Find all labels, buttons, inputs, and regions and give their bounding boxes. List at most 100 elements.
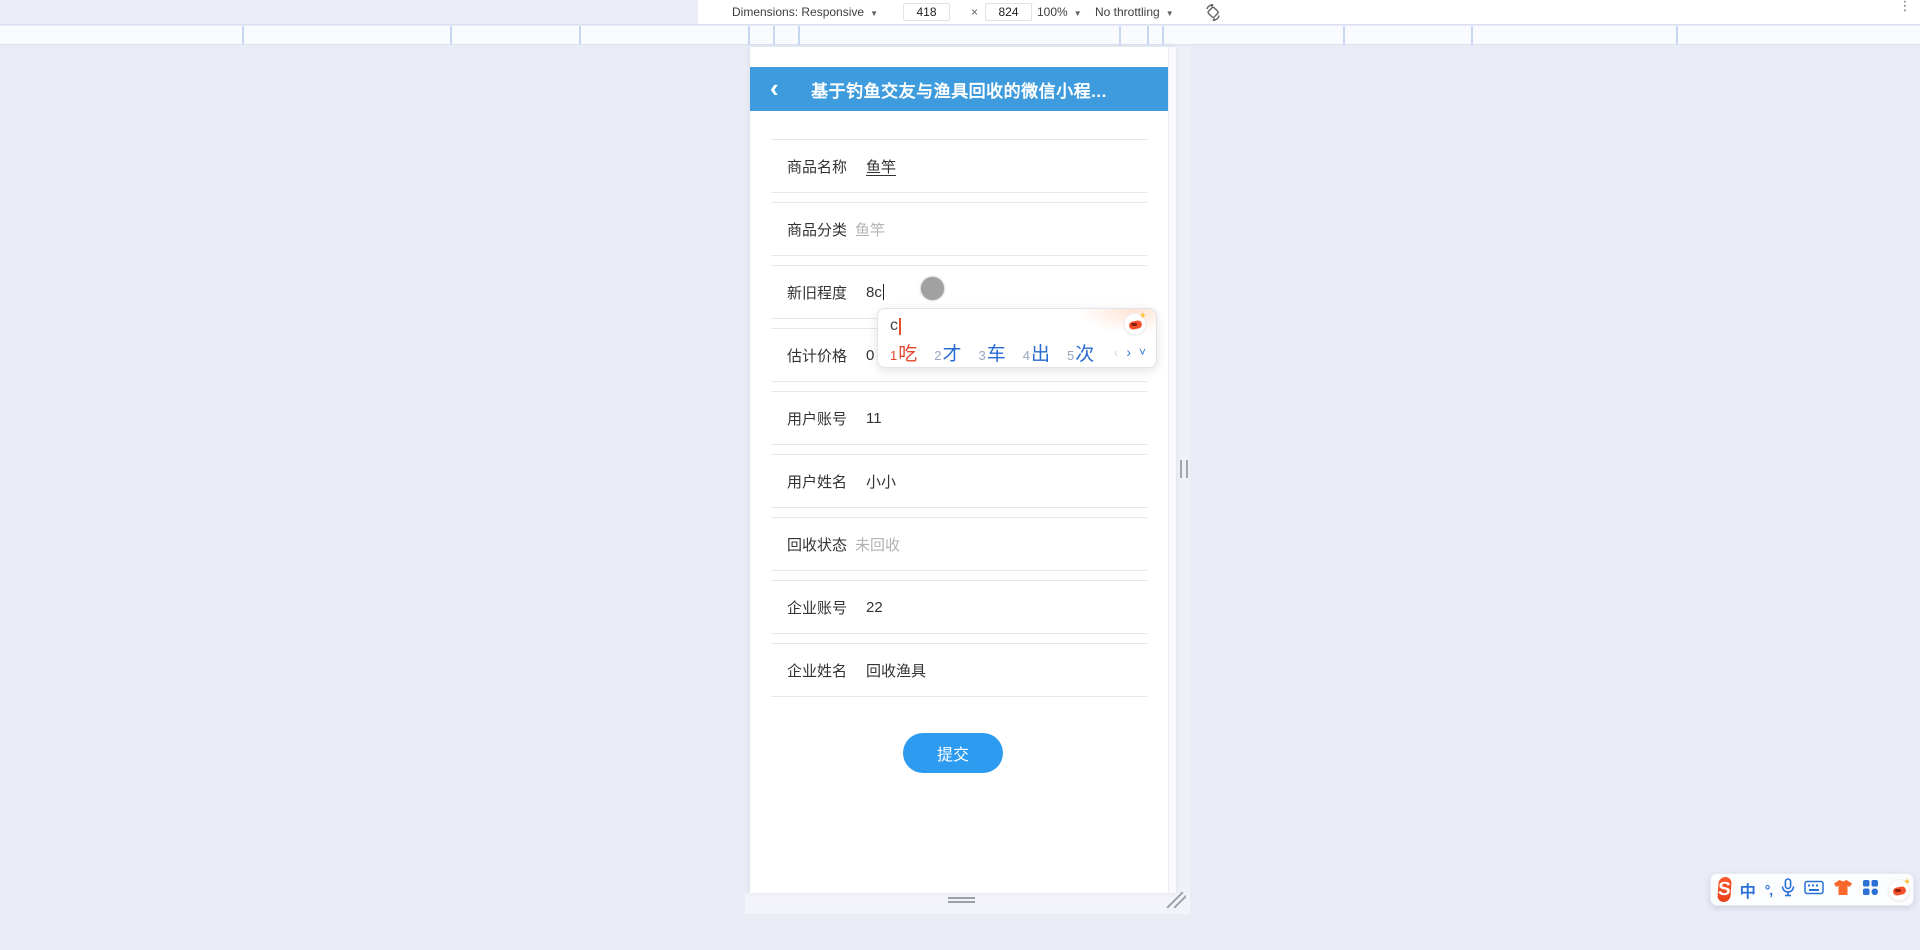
form-row-value[interactable]: 小小 (866, 471, 896, 492)
punctuation-icon[interactable]: °, (1765, 882, 1773, 898)
ime-candidate[interactable]: 4出 (1023, 339, 1050, 366)
microphone-icon[interactable] (1781, 877, 1795, 902)
form-row-label: 估计价格 (787, 347, 848, 365)
media-query-line (1676, 26, 1678, 45)
candidate-text: 车 (986, 343, 1006, 365)
zoom-dropdown[interactable]: 100% ▼ (1037, 0, 1082, 24)
media-query-line (748, 26, 750, 45)
sogou-ai-icon[interactable]: ✦ (1124, 311, 1147, 335)
form-row-value[interactable]: 11 (866, 410, 882, 427)
recycle-form: 商品名称 鱼竿 商品分类 鱼竿 新旧程度 8c 估计价格 0 用户账号 11 用户姓名 小小 回收状态未… (771, 139, 1147, 706)
next-page-icon[interactable]: › (1126, 344, 1131, 360)
skin-tshirt-icon[interactable] (1833, 879, 1853, 901)
media-query-line (1343, 26, 1345, 45)
zoom-value: 100% (1037, 5, 1068, 19)
media-query-bar[interactable] (0, 26, 1920, 45)
back-icon[interactable]: ‹ (770, 67, 779, 111)
toolbox-grid-icon[interactable] (1862, 879, 1879, 901)
ime-composition-text: c (890, 317, 898, 334)
ime-composition-row: c (890, 314, 1146, 338)
emulated-viewport: ‹ 基于钓鱼交友与渔具回收的微信小程... 商品名称 鱼竿 商品分类 鱼竿 新旧程度 8c… (750, 47, 1176, 893)
candidate-text: 次 (1075, 343, 1095, 365)
form-row-value[interactable]: 8c (866, 284, 882, 301)
candidate-index: 2 (934, 347, 942, 363)
form-row-placeholder[interactable]: 未回收 (855, 534, 900, 555)
candidate-index: 4 (1022, 347, 1030, 363)
media-query-line (1119, 26, 1121, 45)
chevron-down-icon: ▼ (1165, 9, 1174, 18)
dimensions-dropdown[interactable]: Dimensions: Responsive ▼ (732, 0, 878, 24)
media-query-line (450, 26, 452, 45)
viewport-resize-handle-right[interactable] (1180, 460, 1188, 478)
candidate-index: 5 (1067, 347, 1075, 363)
candidate-index: 3 (978, 347, 986, 363)
form-row-label: 企业姓名 (787, 662, 848, 680)
form-row[interactable]: 商品分类 鱼竿 (771, 202, 1147, 256)
throttling-value: No throttling (1095, 5, 1160, 19)
ime-candidate[interactable]: 3车 (979, 339, 1006, 366)
sogou-ime-toolbar: S 中 °, ✦ (1710, 873, 1914, 906)
submit-button[interactable]: 提交 (903, 733, 1003, 773)
viewport-width-input[interactable] (903, 3, 950, 21)
candidate-text: 吃 (898, 343, 918, 365)
chevron-down-icon: ▼ (870, 9, 878, 18)
touch-cursor (921, 277, 944, 300)
dimensions-label: Dimensions: Responsive (732, 5, 865, 19)
chevron-down-icon: ▼ (1073, 9, 1082, 18)
candidate-text: 出 (1030, 343, 1050, 365)
candidate-index: 1 (890, 347, 898, 363)
page-title: 基于钓鱼交友与渔具回收的微信小程... (811, 81, 1107, 101)
ime-candidate-window: c ✦ 1 吃 2 才 3 车 4 出 5 次 ‹ › ˅ (877, 308, 1157, 368)
form-row-label: 新旧程度 (787, 284, 848, 302)
media-query-line (1147, 26, 1149, 45)
ime-candidate[interactable]: 5次 (1067, 339, 1094, 366)
form-row[interactable]: 企业账号 22 (771, 580, 1147, 634)
multiply-sign: × (971, 5, 979, 19)
form-row[interactable]: 企业姓名 回收渔具 (771, 643, 1147, 697)
form-row-label: 商品名称 (787, 158, 848, 176)
candidate-text: 才 (942, 343, 962, 365)
form-row-label: 企业账号 (787, 599, 848, 617)
miniprogram-page: ‹ 基于钓鱼交友与渔具回收的微信小程... 商品名称 鱼竿 商品分类 鱼竿 新旧程度 8c… (750, 47, 1168, 893)
form-row-label: 商品分类 (787, 221, 848, 239)
keyboard-icon[interactable] (1804, 880, 1824, 900)
media-query-line (773, 26, 775, 45)
prev-page-icon[interactable]: ‹ (1114, 344, 1119, 360)
chinese-mode-icon[interactable]: 中 (1740, 878, 1756, 902)
form-row-label: 用户账号 (787, 410, 848, 428)
expand-icon[interactable]: ˅ (1139, 345, 1146, 359)
media-query-line (1162, 26, 1164, 45)
ime-caret (899, 317, 901, 335)
form-row-value[interactable]: 0 (866, 347, 874, 364)
viewport-resize-handle-bottom[interactable] (948, 897, 975, 903)
page-scrollbar[interactable] (1168, 47, 1176, 893)
devtools-device-toolbar: Dimensions: Responsive ▼ × 100% ▼ No throt… (0, 0, 1920, 25)
viewport-resize-handle-corner[interactable] (1166, 891, 1186, 911)
throttling-dropdown[interactable]: No throttling ▼ (1095, 0, 1174, 24)
form-row-placeholder[interactable]: 鱼竿 (855, 219, 885, 240)
toolbar-surface (698, 0, 1920, 24)
ime-candidate-row: 1 吃 2 才 3 车 4 出 5 次 ‹ › ˅ (890, 339, 1146, 365)
sogou-ai-icon[interactable]: ✦ (1888, 877, 1911, 901)
form-row[interactable]: 用户账号 11 (771, 391, 1147, 445)
app-header: ‹ 基于钓鱼交友与渔具回收的微信小程... (750, 67, 1168, 111)
media-query-line (579, 26, 581, 45)
media-query-line (798, 26, 800, 45)
ime-candidate[interactable]: 2才 (934, 339, 961, 366)
device-mode-canvas: ‹ 基于钓鱼交友与渔具回收的微信小程... 商品名称 鱼竿 商品分类 鱼竿 新旧程度 8c… (0, 46, 1920, 950)
ime-pagination: ‹ › ˅ (1114, 344, 1146, 360)
form-row[interactable]: 用户姓名 小小 (771, 454, 1147, 508)
form-row[interactable]: 商品名称 鱼竿 (771, 139, 1147, 193)
form-row-value[interactable]: 鱼竿 (866, 156, 896, 177)
form-row-value[interactable]: 22 (866, 599, 883, 616)
sogou-logo[interactable]: S (1717, 877, 1732, 902)
text-caret (882, 284, 884, 300)
form-row-label: 回收状态 (787, 536, 848, 554)
ime-candidate[interactable]: 1吃 (890, 339, 917, 366)
rotate-viewport-icon[interactable] (1204, 3, 1222, 22)
more-options-icon[interactable]: ⋮ (1898, 0, 1912, 22)
form-row[interactable]: 回收状态 未回收 (771, 517, 1147, 571)
viewport-height-input[interactable] (985, 3, 1032, 21)
form-row-value[interactable]: 回收渔具 (866, 660, 926, 681)
media-query-line (242, 26, 244, 45)
